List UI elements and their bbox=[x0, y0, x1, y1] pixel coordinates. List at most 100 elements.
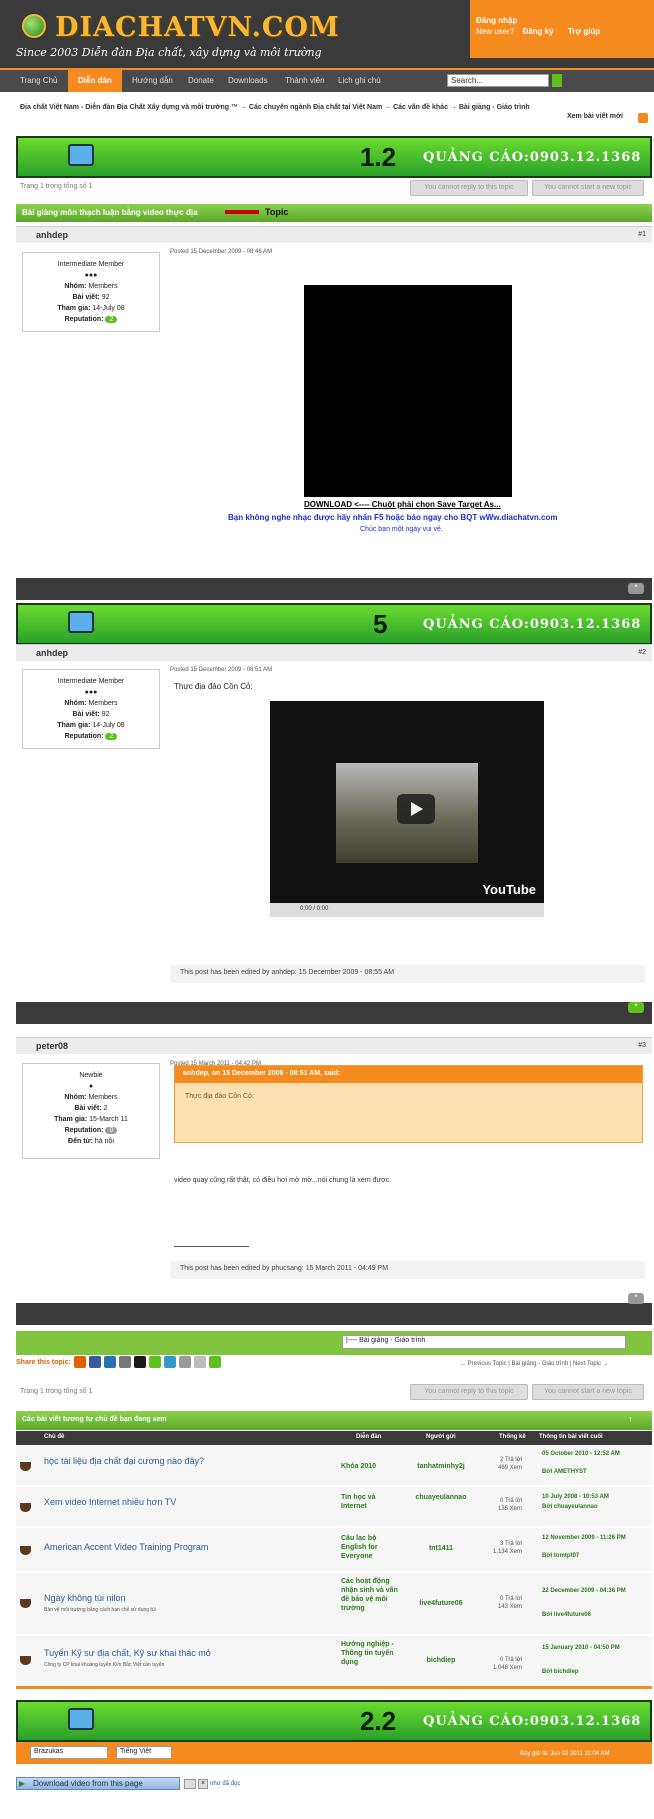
nav-members[interactable]: Thành viên bbox=[285, 76, 325, 85]
reputation-badge: 0 bbox=[105, 1127, 118, 1134]
forum-link[interactable]: Các hoạt động nhận sinh và vấn đề bảo vệ… bbox=[341, 1577, 401, 1613]
search-input[interactable]: Search... bbox=[447, 74, 549, 87]
share-email-icon[interactable] bbox=[179, 1356, 191, 1368]
language-select[interactable]: Tiếng Việt bbox=[116, 1746, 172, 1759]
poster-link[interactable]: chuayeulannao bbox=[411, 1493, 471, 1502]
latest-posts-link[interactable]: Xem bài viết mới bbox=[567, 113, 623, 120]
forum-link[interactable]: Câu lạc bộ English for Everyone bbox=[341, 1534, 401, 1561]
login-link[interactable]: Đăng nhập bbox=[476, 15, 648, 26]
reply-count: 3 Trả lời bbox=[500, 1541, 522, 1547]
nav-home[interactable]: Trang Chủ bbox=[20, 76, 58, 85]
mark-read-link[interactable]: như đã đọc bbox=[210, 1781, 240, 1787]
ad-number: 5 bbox=[373, 609, 388, 639]
user-joined: 14-July 08 bbox=[92, 305, 125, 312]
share-reddit-icon[interactable] bbox=[119, 1356, 131, 1368]
help-icon[interactable] bbox=[184, 1779, 196, 1789]
play-icon[interactable] bbox=[397, 794, 435, 824]
share-download-icon[interactable] bbox=[209, 1356, 221, 1368]
share-google-icon[interactable] bbox=[149, 1356, 161, 1368]
cannot-reply-button[interactable]: You cannot reply to this topic bbox=[410, 180, 528, 196]
embedded-player[interactable] bbox=[304, 285, 512, 497]
post-number[interactable]: #2 bbox=[638, 649, 646, 656]
last-post-date[interactable]: 10 July 2008 - 10:53 AM bbox=[542, 1493, 652, 1501]
nav-downloads[interactable]: Downloads bbox=[228, 76, 268, 85]
forum-link[interactable]: Khóa 2010 bbox=[341, 1462, 401, 1471]
topic-link[interactable]: American Accent Video Training Program bbox=[44, 1542, 208, 1552]
quote-header: anhdep, on 15 December 2009 - 08:51 AM, … bbox=[175, 1066, 642, 1083]
table-row[interactable]: học tài liệu địa chất đại cương nào đây?… bbox=[16, 1446, 652, 1486]
topic-navigation[interactable]: ← Previous Topic | Bài giảng - Giáo trìn… bbox=[460, 1361, 609, 1367]
poster-link[interactable]: bichdiep bbox=[411, 1656, 471, 1665]
help-link[interactable]: Trợ giúp bbox=[568, 27, 600, 36]
user-joined: 15-March 11 bbox=[89, 1116, 128, 1123]
table-row[interactable]: Ngày không túi nilon Bảo vệ môi trường b… bbox=[16, 1573, 652, 1635]
last-post-date[interactable]: 22 December 2009 - 04:36 PM bbox=[542, 1587, 652, 1595]
download-link[interactable]: DOWNLOAD <---- Chuột phải chọn Save Targ… bbox=[304, 500, 501, 509]
last-post-date[interactable]: 05 October 2010 - 12:52 AM bbox=[542, 1450, 652, 1458]
last-post-author[interactable]: Bởi AMETHYST bbox=[542, 1468, 652, 1476]
youtube-logo[interactable]: YouTube bbox=[482, 882, 536, 897]
quote-button[interactable]: ❝ bbox=[628, 1002, 644, 1013]
collapse-up-icon[interactable]: ↑ bbox=[628, 1414, 633, 1424]
topic-status-icon bbox=[20, 1503, 31, 1512]
table-row[interactable]: Tuyển Kỹ sư địa chất, Kỹ sư khai thác mỏ… bbox=[16, 1636, 652, 1686]
topic-link[interactable]: Xem video Internet nhiều hơn TV bbox=[44, 1497, 176, 1507]
close-icon[interactable]: × bbox=[198, 1779, 208, 1789]
topic-link[interactable]: học tài liệu địa chất đại cương nào đây? bbox=[44, 1456, 204, 1466]
download-video-button[interactable]: Download video from this page bbox=[16, 1777, 180, 1790]
share-print-icon[interactable] bbox=[194, 1356, 206, 1368]
post-author[interactable]: anhdep bbox=[36, 230, 68, 240]
nav-calendar[interactable]: Lịch ghi chú bbox=[338, 76, 381, 85]
post-text: Thực địa đảo Cồn Cỏ: bbox=[174, 682, 253, 691]
topic-link[interactable]: Ngày không túi nilon bbox=[44, 1593, 126, 1603]
post-author[interactable]: anhdep bbox=[36, 648, 68, 658]
rep-label: Reputation: bbox=[64, 316, 104, 323]
breadcrumb[interactable]: Địa chất Việt Nam - Diễn đàn Địa Chất Xâ… bbox=[20, 104, 530, 111]
ad-banner[interactable]: 1.2 QUẢNG CÁO:0903.12.1368 bbox=[16, 136, 652, 178]
nav-donate[interactable]: Donate bbox=[188, 76, 214, 85]
poster-link[interactable]: tnt1411 bbox=[411, 1544, 471, 1553]
topic-status-icon bbox=[20, 1462, 31, 1471]
cannot-start-button[interactable]: You cannot start a new topic bbox=[532, 180, 644, 196]
last-post-author[interactable]: Bởi bichdiep bbox=[542, 1668, 652, 1676]
site-logo[interactable]: DIACHATVN.COM bbox=[55, 12, 340, 43]
share-twitter-icon[interactable] bbox=[164, 1356, 176, 1368]
youtube-player[interactable]: YouTube 0:00 / 0:00 bbox=[270, 701, 544, 917]
quote-button[interactable]: ❝ bbox=[628, 583, 644, 594]
last-post-author[interactable]: Bởi live4future06 bbox=[542, 1611, 652, 1619]
group-label: Nhóm: bbox=[64, 1094, 87, 1101]
last-post-author[interactable]: Bởi chuayeulannao bbox=[542, 1503, 652, 1511]
table-row[interactable]: Xem video Internet nhiều hơn TV Tin học … bbox=[16, 1487, 652, 1527]
globe-logo-icon[interactable] bbox=[22, 14, 46, 38]
register-link[interactable]: Đăng ký bbox=[522, 27, 553, 36]
ad-banner[interactable]: 5 QUẢNG CÁO:0903.12.1368 bbox=[16, 603, 652, 645]
post-number[interactable]: #1 bbox=[638, 231, 646, 238]
table-row[interactable]: American Accent Video Training Program C… bbox=[16, 1528, 652, 1572]
share-digg-icon[interactable] bbox=[74, 1356, 86, 1368]
skin-select[interactable]: Brazukas bbox=[30, 1746, 108, 1759]
nav-forum[interactable]: Diễn đàn bbox=[68, 70, 122, 92]
col-forum: Diễn đàn bbox=[356, 1434, 382, 1440]
nav-guide[interactable]: Hướng dẫn bbox=[132, 76, 173, 85]
quote-button[interactable]: ❝ bbox=[628, 1293, 644, 1304]
video-controls[interactable]: 0:00 / 0:00 bbox=[270, 903, 544, 917]
forum-link[interactable]: Tin học và Internet bbox=[341, 1493, 401, 1511]
last-post-date[interactable]: 15 January 2010 - 04:50 PM bbox=[542, 1644, 652, 1652]
ad-banner[interactable]: 2.2 QUẢNG CÁO:0903.12.1368 bbox=[16, 1700, 652, 1742]
forum-link[interactable]: Hướng nghiệp - Thông tin tuyển dụng bbox=[341, 1640, 401, 1667]
forum-jump-select[interactable]: |---- Bài giảng - Giáo trình bbox=[342, 1335, 626, 1349]
last-post-date[interactable]: 12 November 2009 - 11:26 PM bbox=[542, 1534, 652, 1542]
topic-link[interactable]: Tuyển Kỹ sư địa chất, Kỹ sư khai thác mỏ bbox=[44, 1648, 211, 1658]
poster-link[interactable]: live4future06 bbox=[411, 1599, 471, 1608]
share-facebook-icon[interactable] bbox=[89, 1356, 101, 1368]
post-number[interactable]: #3 bbox=[638, 1042, 646, 1049]
post-author[interactable]: peter08 bbox=[36, 1041, 68, 1051]
share-stumble-icon[interactable] bbox=[134, 1356, 146, 1368]
share-delicious-icon[interactable] bbox=[104, 1356, 116, 1368]
search-button[interactable] bbox=[552, 74, 562, 87]
cannot-reply-button[interactable]: You cannot reply to this topic bbox=[410, 1384, 528, 1400]
poster-link[interactable]: tanhatminhy2j bbox=[411, 1462, 471, 1471]
cannot-start-button[interactable]: You cannot start a new topic bbox=[532, 1384, 644, 1400]
last-post-author[interactable]: Bởi tomtpt07 bbox=[542, 1552, 652, 1560]
rss-icon[interactable] bbox=[638, 113, 648, 123]
